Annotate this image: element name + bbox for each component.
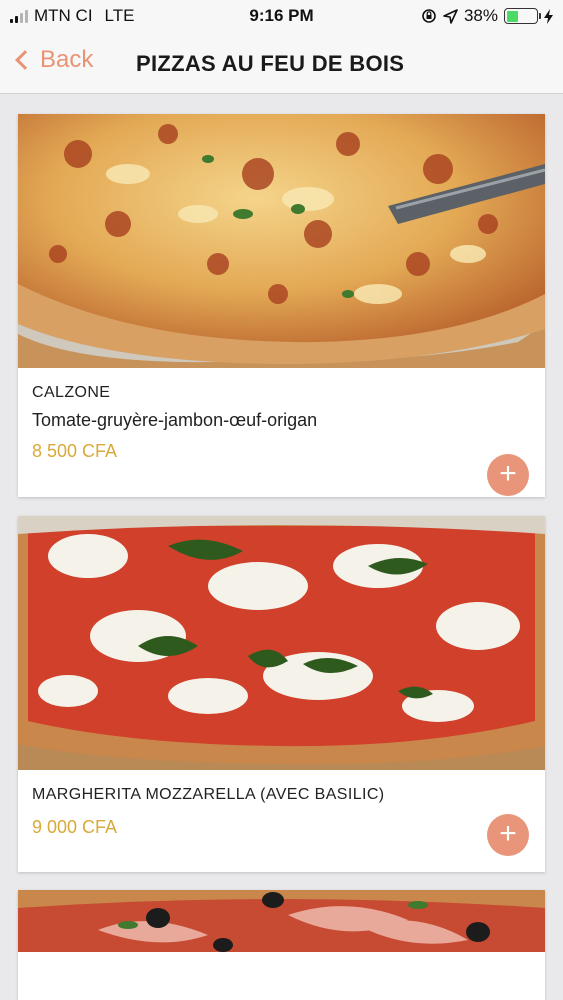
back-label: Back [40,46,94,73]
orientation-lock-icon [422,9,436,23]
product-card[interactable]: MARGHERITA MOZZARELLA (AVEC BASILIC) 9 0… [18,516,545,872]
product-description: Tomate-gruyère-jambon-œuf-origan [32,410,318,430]
back-chevron-icon [15,50,35,70]
product-name: CALZONE [32,384,111,401]
pizza-photo [18,114,545,368]
product-price: 9 000 CFA [32,817,118,837]
add-to-cart-button[interactable]: + [487,814,529,856]
pizza-photo [18,890,545,952]
product-card[interactable]: CALZONE Tomate-gruyère-jambon-œuf-origan… [18,114,545,497]
product-card[interactable] [18,890,545,1000]
battery-icon [504,8,541,24]
back-button[interactable]: Back [12,46,93,74]
page-title: PIZZAS AU FEU DE BOIS [136,51,405,76]
battery-percent: 38% [463,6,498,25]
product-list[interactable]: CALZONE Tomate-gruyère-jambon-œuf-origan… [0,95,563,1000]
product-name: MARGHERITA MOZZARELLA (AVEC BASILIC) [32,786,385,803]
status-right: 38% [421,6,553,26]
add-to-cart-button[interactable]: + [487,454,529,496]
navigation-bar: Back PIZZAS AU FEU DE BOIS [0,32,563,94]
status-bar: MTN CI LTE 9:16 PM 38% [0,0,563,32]
charging-bolt-icon [544,8,553,24]
location-arrow-icon [443,8,458,24]
product-price: 8 500 CFA [32,441,118,461]
pizza-photo [18,516,545,770]
